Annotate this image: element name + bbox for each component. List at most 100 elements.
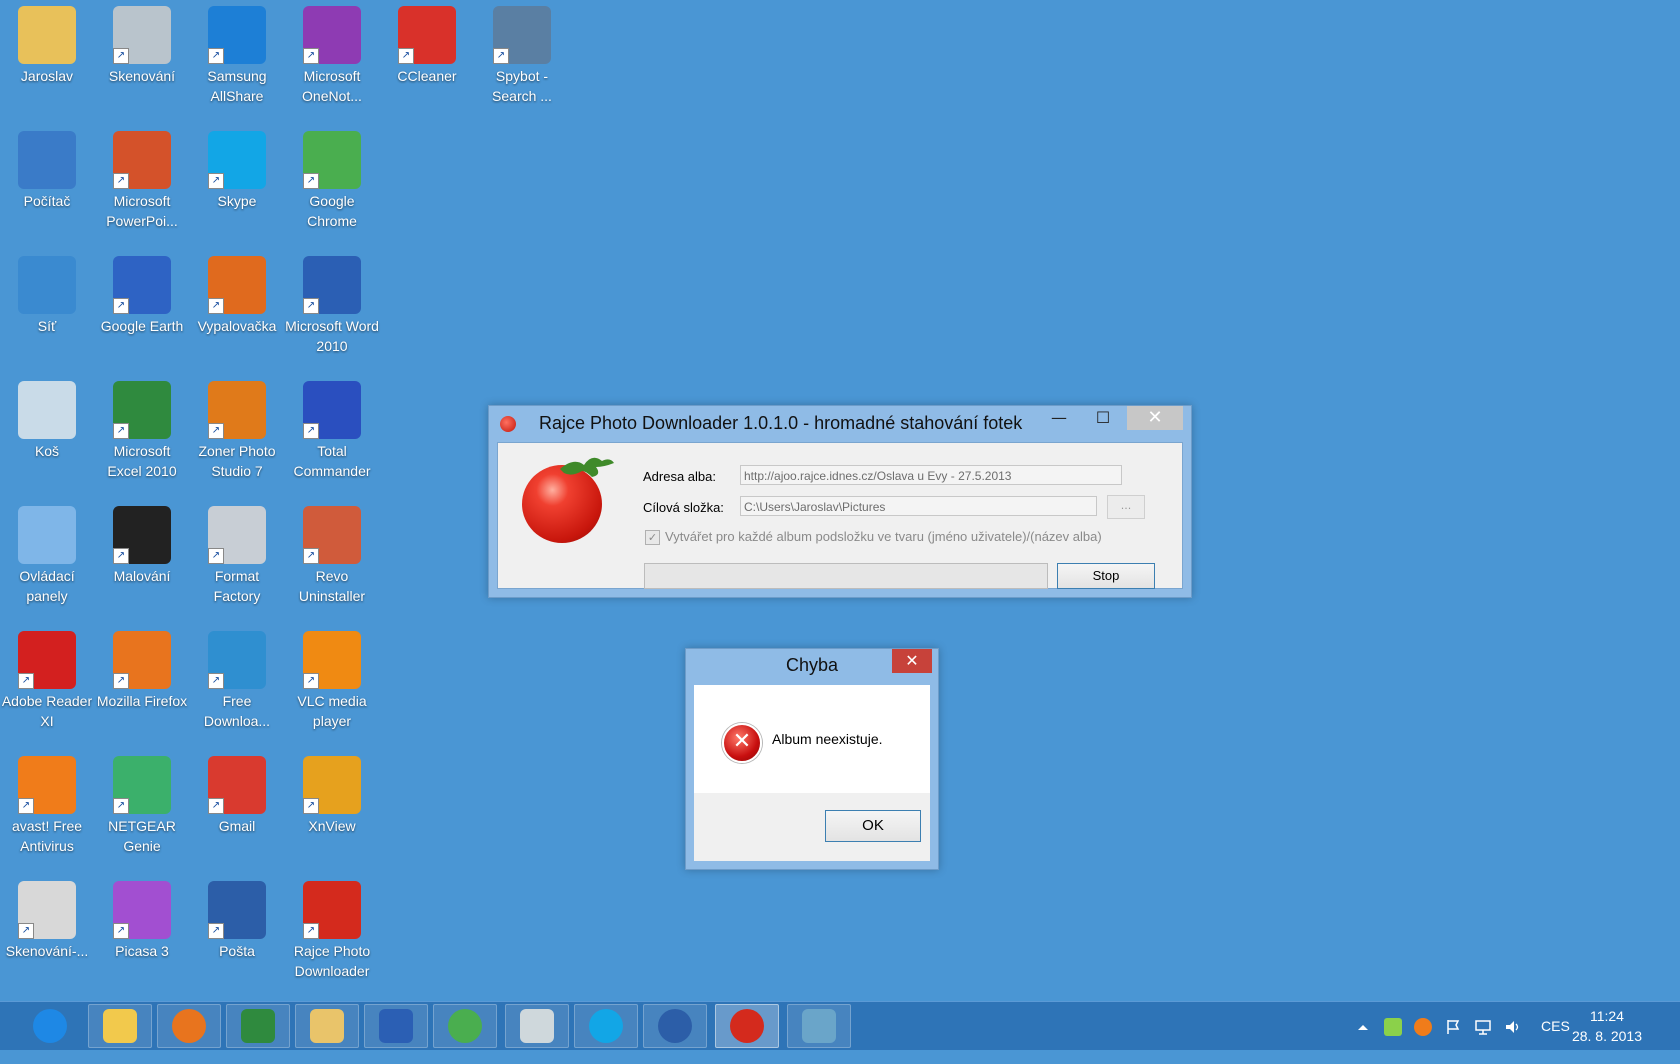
desktop-icon[interactable]: ↗ Vypalovačka: [190, 252, 284, 336]
subfolder-checkbox[interactable]: ✓: [645, 530, 660, 545]
title-bar[interactable]: Rajce Photo Downloader 1.0.1.0 - hromadn…: [489, 406, 1191, 442]
desktop-icon[interactable]: ↗ Microsoft Word 2010: [285, 252, 379, 356]
desktop-icon[interactable]: ↗ Pošta: [190, 877, 284, 961]
ccleaner-icon: ↗: [398, 6, 456, 64]
taskbar-button[interactable]: [574, 1004, 638, 1048]
desktop-icon[interactable]: Koš: [0, 377, 94, 461]
desktop-icon[interactable]: Ovládací panely: [0, 502, 94, 606]
revo-uninstaller-icon: ↗: [303, 506, 361, 564]
taskbar-button[interactable]: [364, 1004, 428, 1048]
show-hidden-icons-icon[interactable]: [1354, 1018, 1372, 1036]
taskbar-button[interactable]: [643, 1004, 707, 1048]
browse-button[interactable]: ...: [1107, 495, 1145, 519]
shortcut-arrow-icon: ↗: [303, 548, 319, 564]
desktop-icon[interactable]: ↗ Revo Uninstaller: [285, 502, 379, 606]
desktop-icon[interactable]: ↗ avast! Free Antivirus: [0, 752, 94, 856]
minimize-button[interactable]: —: [1037, 406, 1081, 430]
desktop-icon[interactable]: ↗ Malování: [95, 502, 189, 586]
samsung-allshare-icon: ↗: [208, 6, 266, 64]
desktop-icon[interactable]: ↗ VLC media player: [285, 627, 379, 731]
inkscape-icon: ↗: [113, 506, 171, 564]
desktop-icon[interactable]: ↗ Mozilla Firefox: [95, 627, 189, 711]
shortcut-arrow-icon: ↗: [208, 673, 224, 689]
dialog-close-button[interactable]: ✕: [892, 649, 932, 673]
desktop-icon-label: Rajce Photo Downloader: [293, 943, 371, 979]
desktop-icon[interactable]: ↗ Microsoft PowerPoi...: [95, 127, 189, 231]
desktop-icon[interactable]: ↗ Google Earth: [95, 252, 189, 336]
internet-explorer-icon: [33, 1009, 67, 1043]
taskbar-button[interactable]: [157, 1004, 221, 1048]
firefox-icon: ↗: [113, 631, 171, 689]
desktop-icon[interactable]: ↗ Skype: [190, 127, 284, 211]
onenote-icon: ↗: [303, 6, 361, 64]
desktop-icon-label: Zoner Photo Studio 7: [198, 443, 276, 479]
skype-icon: ↗: [208, 131, 266, 189]
desktop-icon[interactable]: ↗ NETGEAR Genie: [95, 752, 189, 856]
desktop-icon[interactable]: Síť: [0, 252, 94, 336]
close-button[interactable]: ✕: [1127, 406, 1183, 430]
taskbar-button[interactable]: [226, 1004, 290, 1048]
folder-input[interactable]: C:\Users\Jaroslav\Pictures: [740, 496, 1097, 516]
desktop-icon[interactable]: ↗ Google Chrome: [285, 127, 379, 231]
desktop-icon[interactable]: ↗ CCleaner: [380, 2, 474, 86]
taskbar-button[interactable]: [505, 1004, 569, 1048]
desktop-icon-label: Revo Uninstaller: [298, 568, 366, 604]
shortcut-arrow-icon: ↗: [113, 798, 129, 814]
desktop-icon[interactable]: ↗ Skenování: [95, 2, 189, 86]
desktop-icon[interactable]: ↗ XnView: [285, 752, 379, 836]
desktop-icon[interactable]: ↗ Format Factory: [190, 502, 284, 606]
maximize-button[interactable]: ☐: [1081, 406, 1125, 430]
desktop-icon-label: Adobe Reader XI: [1, 693, 93, 729]
tray-app-icon[interactable]: [1384, 1018, 1402, 1036]
taskbar-button[interactable]: [433, 1004, 497, 1048]
desktop-icon[interactable]: ↗ Skenování-...: [0, 877, 94, 961]
desktop-icon-label: Google Earth: [100, 318, 184, 334]
shortcut-arrow-icon: ↗: [303, 298, 319, 314]
shortcut-arrow-icon: ↗: [113, 423, 129, 439]
action-center-flag-icon[interactable]: [1444, 1018, 1462, 1036]
desktop-icon[interactable]: ↗ Picasa 3: [95, 877, 189, 961]
taskbar-button[interactable]: [18, 1004, 82, 1048]
desktop-icon[interactable]: ↗ Microsoft Excel 2010: [95, 377, 189, 481]
adobe-reader-icon: ↗: [18, 631, 76, 689]
desktop-icon-label: CCleaner: [397, 68, 457, 84]
error-dialog: Chyba ✕ ✕ Album neexistuje. OK: [685, 648, 939, 870]
taskbar-button[interactable]: [715, 1004, 779, 1048]
taskbar-button[interactable]: [295, 1004, 359, 1048]
desktop-icon[interactable]: ↗ Rajce Photo Downloader: [285, 877, 379, 981]
avast-icon: ↗: [18, 756, 76, 814]
desktop-icon[interactable]: ↗ Spybot - Search ...: [475, 2, 569, 106]
desktop-icon-label: Mozilla Firefox: [96, 693, 188, 709]
excel-icon: [241, 1009, 275, 1043]
volume-icon[interactable]: [1504, 1018, 1522, 1036]
shortcut-arrow-icon: ↗: [113, 548, 129, 564]
network-tray-icon[interactable]: [1474, 1018, 1492, 1036]
desktop-icon[interactable]: Počítač: [0, 127, 94, 211]
stop-button[interactable]: Stop: [1057, 563, 1155, 589]
desktop-icon[interactable]: ↗ Free Downloa...: [190, 627, 284, 731]
desktop-icon[interactable]: ↗ Samsung AllShare: [190, 2, 284, 106]
desktop-icon[interactable]: ↗ Gmail: [190, 752, 284, 836]
shortcut-arrow-icon: ↗: [113, 923, 129, 939]
language-indicator[interactable]: CES: [1541, 1016, 1570, 1064]
excel-icon: ↗: [113, 381, 171, 439]
taskbar-button[interactable]: [787, 1004, 851, 1048]
desktop-icon[interactable]: ↗ Microsoft OneNot...: [285, 2, 379, 106]
desktop-icon[interactable]: ↗ Zoner Photo Studio 7: [190, 377, 284, 481]
address-input[interactable]: http://ajoo.rajce.idnes.cz/Oslava u Evy …: [740, 465, 1122, 485]
shortcut-arrow-icon: ↗: [303, 173, 319, 189]
avast-tray-icon[interactable]: [1414, 1018, 1432, 1036]
ok-button[interactable]: OK: [825, 810, 921, 842]
spybot-icon: ↗: [493, 6, 551, 64]
desktop-icon[interactable]: ↗ Adobe Reader XI: [0, 627, 94, 731]
desktop-icon[interactable]: ↗ Total Commander: [285, 377, 379, 481]
desktop-icon[interactable]: Jaroslav: [0, 2, 94, 86]
clock[interactable]: 11:24 28. 8. 2013: [1572, 1006, 1642, 1046]
skype-icon: [589, 1009, 623, 1043]
shortcut-arrow-icon: ↗: [493, 48, 509, 64]
desktop-icon-label: Vypalovačka: [197, 318, 277, 334]
taskbar-button[interactable]: [88, 1004, 152, 1048]
firefox-icon: [172, 1009, 206, 1043]
shortcut-arrow-icon: ↗: [18, 673, 34, 689]
shortcut-arrow-icon: ↗: [303, 48, 319, 64]
